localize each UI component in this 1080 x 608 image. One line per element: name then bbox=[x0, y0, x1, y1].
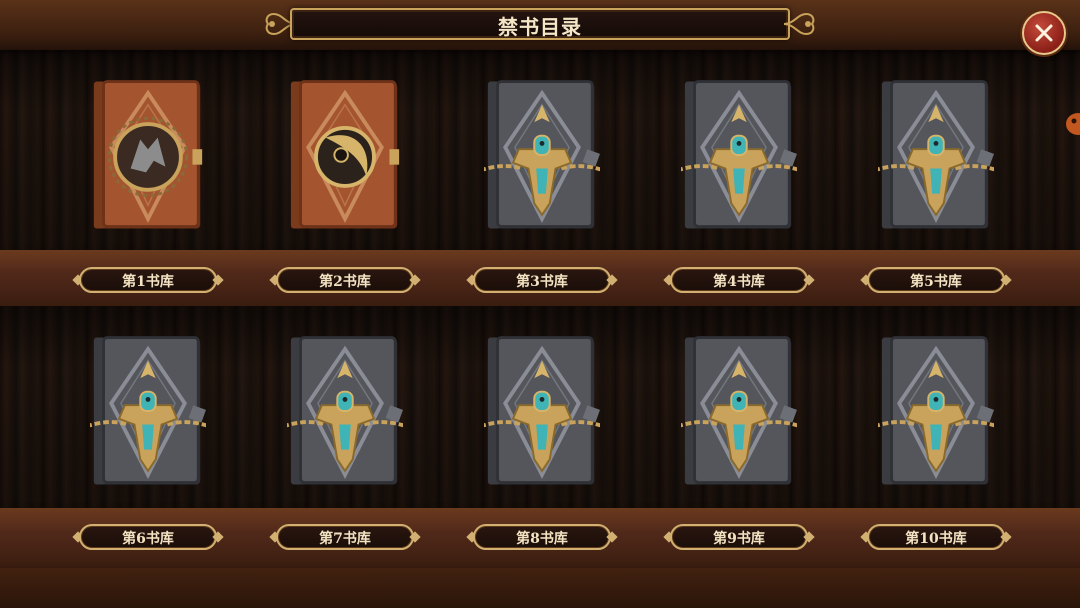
library-label-text: 第8书库 bbox=[516, 531, 568, 547]
library-label-text: 第9书库 bbox=[713, 531, 765, 547]
library-label-6[interactable]: 第6书库 bbox=[72, 522, 224, 552]
library-book-2[interactable] bbox=[287, 77, 403, 233]
page-title: 禁书目录 bbox=[498, 15, 582, 39]
close-icon bbox=[1035, 24, 1053, 42]
library-label-8[interactable]: 第8书库 bbox=[466, 522, 618, 552]
library-label-5[interactable]: 第5书库 bbox=[860, 265, 1012, 295]
library-label-2[interactable]: 第2书库 bbox=[269, 265, 421, 295]
library-label-text: 第2书库 bbox=[319, 274, 371, 290]
library-label-7[interactable]: 第7书库 bbox=[269, 522, 421, 552]
library-book-3[interactable] bbox=[479, 77, 605, 233]
library-book-6[interactable] bbox=[85, 333, 211, 489]
library-label-text: 第3书库 bbox=[516, 274, 568, 290]
library-label-10[interactable]: 第10书库 bbox=[860, 522, 1012, 552]
library-label-3[interactable]: 第3书库 bbox=[466, 265, 618, 295]
title-banner: 禁书目录 bbox=[262, 4, 818, 44]
library-book-4[interactable] bbox=[676, 77, 802, 233]
library-book-9[interactable] bbox=[676, 333, 802, 489]
library-book-8[interactable] bbox=[479, 333, 605, 489]
library-label-text: 第5书库 bbox=[910, 274, 962, 290]
library-label-4[interactable]: 第4书库 bbox=[663, 265, 815, 295]
library-label-9[interactable]: 第9书库 bbox=[663, 522, 815, 552]
shelf-base bbox=[0, 568, 1080, 608]
library-label-text: 第4书库 bbox=[713, 274, 765, 290]
library-book-5[interactable] bbox=[873, 77, 999, 233]
library-label-text: 第6书库 bbox=[122, 531, 174, 547]
side-creature-icon bbox=[1066, 113, 1080, 135]
library-label-text: 第10书库 bbox=[905, 531, 967, 547]
library-book-1[interactable] bbox=[90, 77, 206, 233]
close-button[interactable] bbox=[1022, 11, 1066, 55]
library-book-7[interactable] bbox=[282, 333, 408, 489]
library-label-text: 第1书库 bbox=[122, 274, 174, 290]
library-label-text: 第7书库 bbox=[319, 531, 371, 547]
library-book-10[interactable] bbox=[873, 333, 999, 489]
library-label-1[interactable]: 第1书库 bbox=[72, 265, 224, 295]
